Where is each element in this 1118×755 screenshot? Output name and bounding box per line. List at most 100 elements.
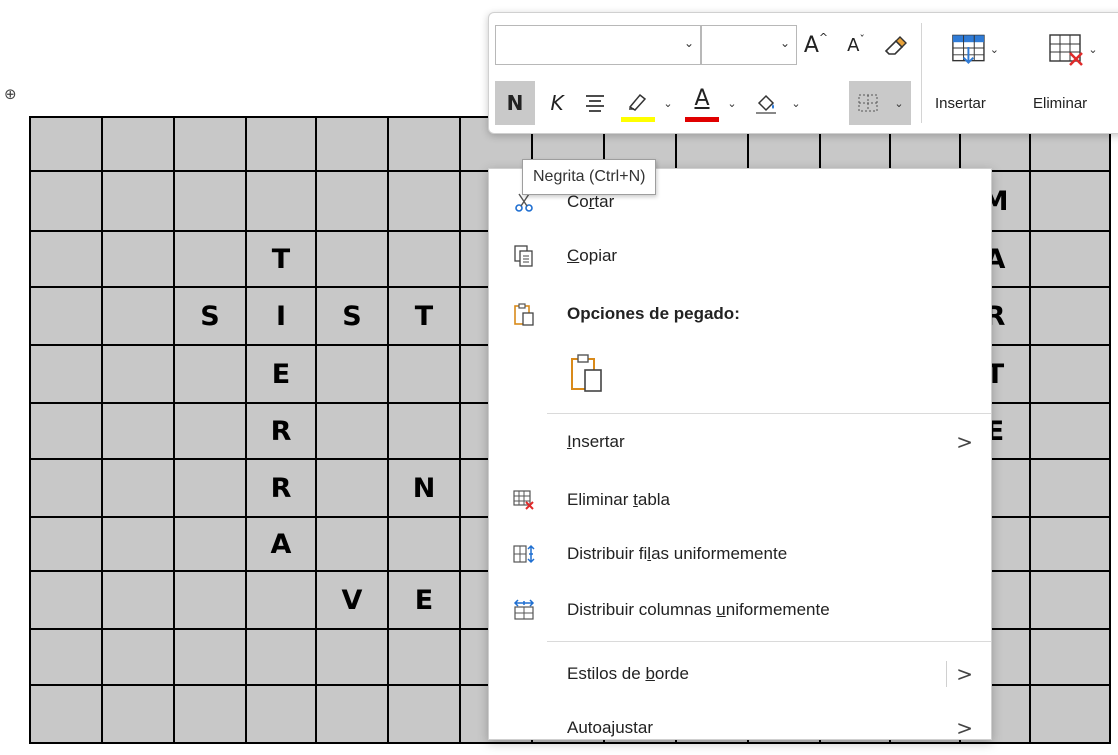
table-cell[interactable] [101,684,175,744]
table-cell[interactable] [387,230,461,288]
shading-button[interactable] [747,81,785,125]
table-cell[interactable] [173,170,247,232]
table-cell[interactable]: A [245,516,317,572]
table-cell[interactable] [387,516,461,572]
table-cell[interactable]: N [387,458,461,518]
table-cell[interactable] [101,286,175,346]
table-cell[interactable]: R [245,402,317,460]
table-cell[interactable]: E [245,344,317,404]
menu-item-delete-table[interactable]: Eliminar tabla [489,473,991,527]
table-cell[interactable] [245,570,317,630]
table-cell[interactable] [387,170,461,232]
table-cell[interactable] [315,344,389,404]
font-color-button[interactable]: A [683,81,721,125]
delete-button-label[interactable]: Eliminar [1033,95,1087,112]
table-cell[interactable] [1029,684,1111,744]
table-cell[interactable] [101,344,175,404]
font-size-combo[interactable]: ⌄ [701,25,797,65]
table-cell[interactable] [387,684,461,744]
table-cell[interactable] [173,402,247,460]
table-cell[interactable] [315,458,389,518]
table-cell[interactable] [29,458,103,518]
menu-item-distribute-rows[interactable]: Distribuir filas uniformemente [489,527,991,581]
table-cell[interactable] [101,170,175,232]
table-cell[interactable] [315,684,389,744]
paste-keep-source-button[interactable] [489,347,991,397]
table-cell[interactable] [29,230,103,288]
table-cell[interactable] [101,402,175,460]
table-cell[interactable] [315,116,389,172]
table-cell[interactable] [29,344,103,404]
chevron-down-icon[interactable]: ⌄ [780,36,790,50]
table-cell[interactable] [101,628,175,686]
clear-formatting-button[interactable] [877,25,913,65]
table-cell[interactable] [245,170,317,232]
italic-button[interactable]: K [541,81,573,125]
table-cell[interactable] [315,402,389,460]
table-cell[interactable]: S [173,286,247,346]
table-cell[interactable] [1029,516,1111,572]
table-cell[interactable]: I [245,286,317,346]
table-cell[interactable] [245,116,317,172]
table-cell[interactable] [173,570,247,630]
highlight-dropdown[interactable]: ⌄ [659,81,677,125]
bold-button[interactable]: N [495,81,535,125]
table-cell[interactable] [245,628,317,686]
table-cell[interactable] [173,230,247,288]
menu-item-copy[interactable]: Copiar [489,229,991,283]
table-cell[interactable] [1029,458,1111,518]
shading-dropdown[interactable]: ⌄ [787,81,805,125]
table-cell[interactable] [101,230,175,288]
table-cell[interactable] [173,628,247,686]
menu-item-distribute-columns[interactable]: Distribuir columnas uniformemente [489,583,991,637]
menu-item-insert[interactable]: Insertar > [489,415,991,469]
table-cell[interactable] [315,170,389,232]
borders-dropdown[interactable]: ⌄ [887,81,911,125]
table-move-handle[interactable]: ⊕ [4,86,20,102]
table-cell[interactable] [173,344,247,404]
insert-table-icon-button[interactable]: ⌄ [949,21,999,77]
grow-font-button[interactable]: A ^ [799,25,833,65]
table-cell[interactable] [29,170,103,232]
table-cell[interactable] [387,628,461,686]
table-cell[interactable] [101,116,175,172]
table-cell[interactable] [29,628,103,686]
table-cell[interactable] [29,116,103,172]
table-cell[interactable] [387,402,461,460]
table-cell[interactable] [1029,286,1111,346]
table-cell[interactable] [173,684,247,744]
chevron-right-icon[interactable]: > [956,647,973,701]
borders-button[interactable] [849,81,887,125]
table-cell[interactable] [245,684,317,744]
table-cell[interactable] [101,458,175,518]
table-cell[interactable] [1029,230,1111,288]
table-cell[interactable] [315,516,389,572]
chevron-down-icon[interactable]: ⌄ [684,36,694,50]
center-align-button[interactable] [577,81,613,125]
table-cell[interactable] [315,628,389,686]
insert-button-label[interactable]: Insertar [935,95,986,112]
menu-item-border-styles[interactable]: Estilos de borde > [489,647,991,701]
table-cell[interactable] [173,516,247,572]
menu-item-autofit[interactable]: Autoajustar > [489,701,991,755]
table-cell[interactable] [1029,628,1111,686]
table-cell[interactable] [101,570,175,630]
table-cell[interactable]: T [245,230,317,288]
font-name-combo[interactable]: ⌄ [495,25,701,65]
delete-table-icon-button[interactable]: ⌄ [1045,21,1099,77]
table-cell[interactable]: E [387,570,461,630]
table-cell[interactable] [29,570,103,630]
table-cell[interactable] [1029,570,1111,630]
table-cell[interactable] [29,402,103,460]
table-cell[interactable] [173,116,247,172]
table-cell[interactable]: V [315,570,389,630]
highlight-color-button[interactable] [619,81,657,125]
table-cell[interactable] [1029,344,1111,404]
shrink-font-button[interactable]: Aˇ [839,25,873,65]
table-cell[interactable] [387,116,461,172]
table-cell[interactable] [315,230,389,288]
table-cell[interactable] [1029,170,1111,232]
table-cell[interactable]: R [245,458,317,518]
table-cell[interactable] [387,344,461,404]
table-cell[interactable]: T [387,286,461,346]
